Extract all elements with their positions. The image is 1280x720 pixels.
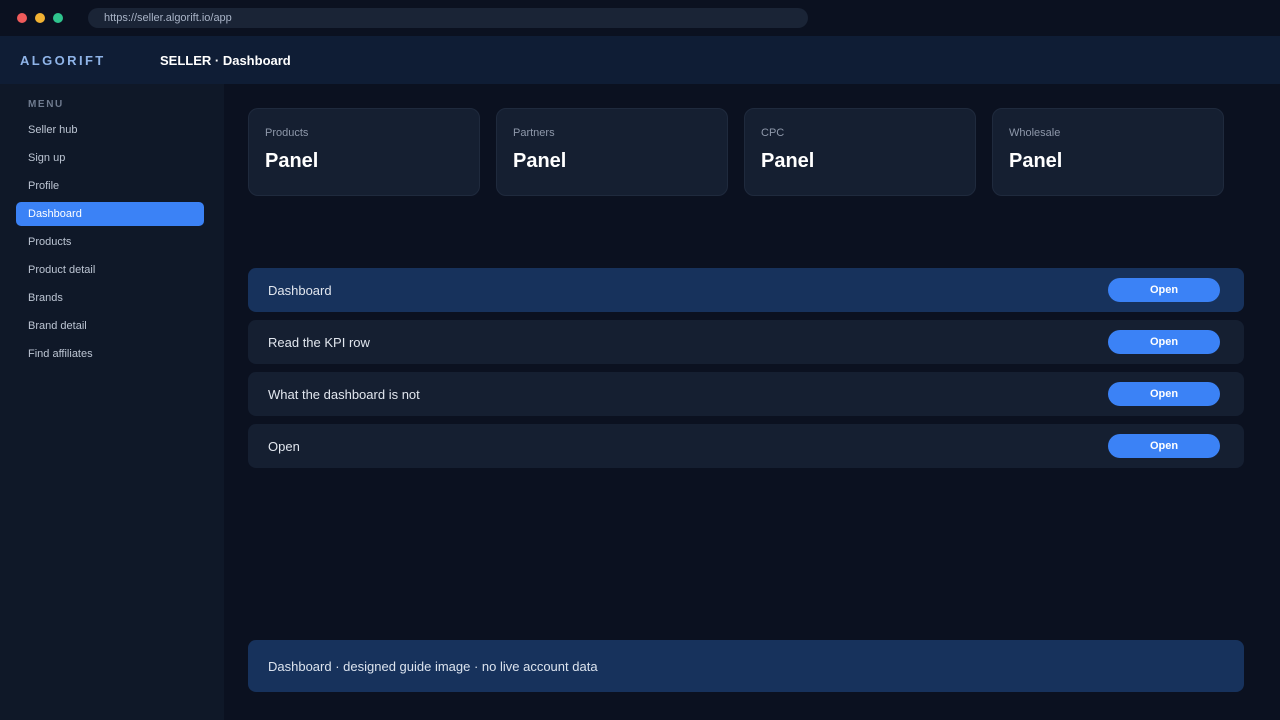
sidebar-item-label: Sign up — [28, 152, 66, 164]
sidebar-item-label: Brands — [28, 292, 63, 304]
kpi-value: Panel — [1009, 150, 1063, 172]
guide-row-read-kpi[interactable]: Read the KPI row Open — [248, 320, 1244, 364]
sidebar-item-products[interactable]: Products — [16, 230, 204, 254]
kpi-label: Products — [265, 127, 309, 139]
sidebar-item-brands[interactable]: Brands — [16, 286, 204, 310]
row-label: What the dashboard is not — [268, 387, 420, 402]
row-label: Open — [268, 439, 300, 454]
sidebar-item-profile[interactable]: Profile — [16, 174, 204, 198]
guide-row-dashboard[interactable]: Dashboard Open — [248, 268, 1244, 312]
app-header: ALGORIFT SELLER · Dashboard — [0, 36, 1280, 84]
sidebar-item-label: Product detail — [28, 264, 96, 276]
sidebar-item-product-detail[interactable]: Product detail — [16, 258, 204, 282]
sidebar-item-find-affiliates[interactable]: Find affiliates — [16, 342, 204, 366]
kpi-label: CPC — [761, 127, 785, 139]
address-bar[interactable]: https://seller.algorift.io/app — [88, 8, 808, 28]
footer-note: Dashboard · designed guide image · no li… — [248, 640, 1244, 692]
sidebar-item-brand-detail[interactable]: Brand detail — [16, 314, 204, 338]
sidebar: MENU Seller hub Sign up Profile Dashboar… — [0, 84, 224, 720]
open-button[interactable]: Open — [1108, 382, 1220, 406]
sidebar-item-seller-hub[interactable]: Seller hub — [16, 118, 204, 142]
close-window-icon[interactable] — [17, 13, 27, 23]
sidebar-item-label: Find affiliates — [28, 348, 93, 360]
open-button[interactable]: Open — [1108, 330, 1220, 354]
kpi-value: Panel — [761, 150, 815, 172]
kpi-card-products: Products Panel — [248, 108, 480, 196]
maximize-window-icon[interactable] — [53, 13, 63, 23]
kpi-card-partners: Partners Panel — [496, 108, 728, 196]
row-label: Read the KPI row — [268, 335, 370, 350]
kpi-label: Partners — [513, 127, 555, 139]
sidebar-item-label: Brand detail — [28, 320, 87, 332]
sidebar-item-sign-up[interactable]: Sign up — [16, 146, 204, 170]
open-button[interactable]: Open — [1108, 278, 1220, 302]
row-label: Dashboard — [268, 283, 332, 298]
open-button[interactable]: Open — [1108, 434, 1220, 458]
page-title: SELLER · Dashboard — [160, 53, 291, 68]
kpi-label: Wholesale — [1009, 127, 1061, 139]
kpi-card-wholesale: Wholesale Panel — [992, 108, 1224, 196]
sidebar-item-label: Dashboard — [28, 208, 82, 220]
kpi-value: Panel — [265, 150, 319, 172]
minimize-window-icon[interactable] — [35, 13, 45, 23]
brand-logo[interactable]: ALGORIFT — [20, 36, 106, 86]
browser-chrome: https://seller.algorift.io/app — [0, 0, 1280, 36]
sidebar-item-dashboard[interactable]: Dashboard — [16, 202, 204, 226]
menu-heading: MENU — [28, 99, 64, 110]
guide-row-open[interactable]: Open Open — [248, 424, 1244, 468]
kpi-card-cpc: CPC Panel — [744, 108, 976, 196]
sidebar-item-label: Seller hub — [28, 124, 78, 136]
sidebar-item-label: Products — [28, 236, 72, 248]
kpi-value: Panel — [513, 150, 567, 172]
sidebar-item-label: Profile — [28, 180, 60, 192]
guide-row-dashboard-not[interactable]: What the dashboard is not Open — [248, 372, 1244, 416]
